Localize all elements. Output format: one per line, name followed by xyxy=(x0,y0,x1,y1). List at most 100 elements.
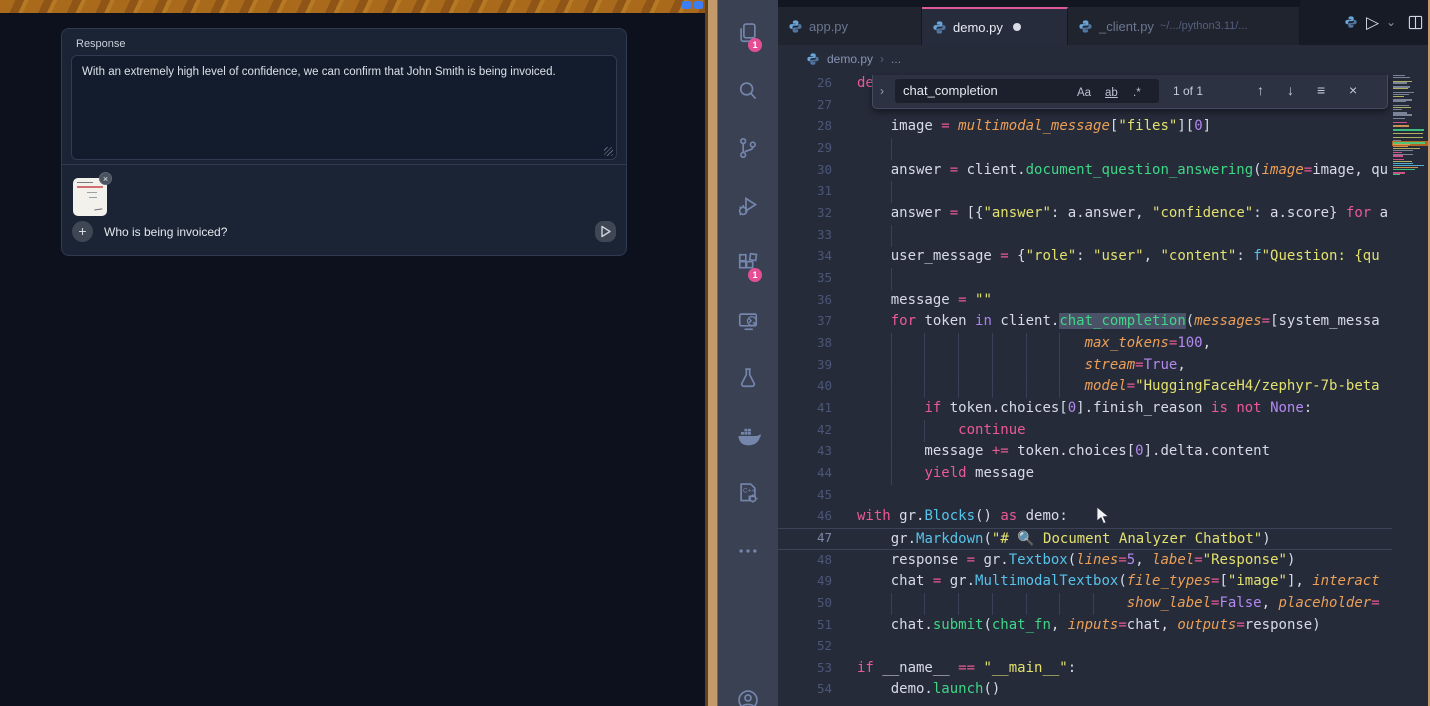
code-line-30[interactable]: answer = client.document_question_answer… xyxy=(778,160,1392,182)
code-line-35[interactable] xyxy=(778,268,1392,290)
code-line-44[interactable]: yield message xyxy=(778,463,1392,485)
toggle-replace-chevron[interactable]: › xyxy=(873,79,891,103)
indent-guide xyxy=(891,268,892,290)
code-line-47[interactable]: gr.Markdown("# 🔍 Document Analyzer Chatb… xyxy=(778,528,1392,550)
activity-item-accounts[interactable] xyxy=(718,676,778,706)
code-line-50[interactable]: show_label=False, placeholder= xyxy=(778,593,1392,615)
remove-image-button[interactable]: × xyxy=(99,172,112,185)
code-text: show_label=False, placeholder= xyxy=(857,593,1380,615)
code-line-49[interactable]: chat = gr.MultimodalTextbox(file_types=[… xyxy=(778,571,1392,593)
find-match-highlight: chat_completion xyxy=(1059,313,1185,329)
whole-word-button[interactable]: ab xyxy=(1105,87,1118,99)
activity-item-docker[interactable] xyxy=(718,412,778,460)
extensions-badge: 1 xyxy=(748,268,762,282)
python-file-icon xyxy=(806,52,820,66)
code-line-42[interactable]: continue xyxy=(778,420,1392,442)
code-text: gr.Markdown("# 🔍 Document Analyzer Chatb… xyxy=(857,529,1271,550)
activity-item-cpp-tools[interactable]: C++ xyxy=(718,469,778,517)
code-line-48[interactable]: response = gr.Textbox(lines=5, label="Re… xyxy=(778,550,1392,572)
line-number-30: 30 xyxy=(778,162,832,177)
tab--client-py[interactable]: _client.py~/.../python3.11/... xyxy=(1068,7,1300,45)
activity-item-testing[interactable] xyxy=(718,354,778,402)
line-number-33: 33 xyxy=(778,227,832,242)
code-text: if __name__ == "__main__": xyxy=(857,658,1076,680)
line-number-47: 47 xyxy=(778,530,832,545)
minimap[interactable] xyxy=(1392,75,1428,181)
code-line-54[interactable]: demo.launch() xyxy=(778,679,1392,701)
minimap-line xyxy=(1393,118,1405,119)
regex-button[interactable]: .* xyxy=(1133,87,1141,99)
find-in-selection-button[interactable]: ≡ xyxy=(1317,82,1325,98)
response-textarea[interactable]: With an extremely high level of confiden… xyxy=(71,55,617,160)
code-text: chat.submit(chat_fn, inputs=chat, output… xyxy=(857,615,1321,637)
breadcrumb-more[interactable]: ... xyxy=(891,52,901,66)
code-text: yield message xyxy=(857,463,1034,485)
find-next-button[interactable]: ↓ xyxy=(1287,82,1294,98)
breadcrumb-file[interactable]: demo.py xyxy=(827,52,873,66)
run-button[interactable]: ▷ xyxy=(1366,13,1379,33)
code-line-31[interactable] xyxy=(778,181,1392,203)
tab-demo-py[interactable]: demo.py xyxy=(922,7,1068,45)
code-line-51[interactable]: chat.submit(chat_fn, inputs=chat, output… xyxy=(778,615,1392,637)
activity-item-more[interactable] xyxy=(718,527,778,575)
code-line-38[interactable]: max_tokens=100, xyxy=(778,333,1392,355)
minimap-line xyxy=(1393,109,1402,110)
code-line-28[interactable]: image = multimodal_message["files"][0] xyxy=(778,116,1392,138)
tab-app-py[interactable]: app.py xyxy=(778,7,922,45)
find-close-button[interactable]: × xyxy=(1349,82,1357,98)
attach-file-button[interactable]: + xyxy=(72,221,93,242)
code-text: max_tokens=100, xyxy=(857,333,1211,355)
code-editor[interactable]: › chat_completion Aa ab .* 1 of 1 ↑ ↓ ≡ … xyxy=(778,72,1428,706)
code-line-43[interactable]: message += token.choices[0].delta.conten… xyxy=(778,441,1392,463)
activity-item-search[interactable] xyxy=(718,67,778,115)
tab-label: _client.py xyxy=(1099,19,1154,34)
code-line-39[interactable]: stream=True, xyxy=(778,355,1392,377)
line-number-31: 31 xyxy=(778,183,832,198)
svg-text:C++: C++ xyxy=(743,487,755,494)
code-text: user_message = {"role": "user", "content… xyxy=(857,246,1380,268)
activity-item-extensions[interactable]: 1 xyxy=(718,239,778,287)
wallpaper-strip xyxy=(0,0,705,13)
find-input[interactable]: chat_completion Aa ab .* xyxy=(895,79,1159,103)
resize-handle[interactable] xyxy=(604,147,613,156)
code-line-32[interactable]: answer = [{"answer": a.answer, "confiden… xyxy=(778,203,1392,225)
code-text: if token.choices[0].finish_reason is not… xyxy=(857,398,1312,420)
indent-guide xyxy=(891,225,892,247)
activity-item-explorer[interactable]: 1 xyxy=(718,9,778,57)
code-line-29[interactable] xyxy=(778,138,1392,160)
line-number-28: 28 xyxy=(778,118,832,133)
activity-item-source-control[interactable] xyxy=(718,124,778,172)
send-button[interactable] xyxy=(595,221,616,242)
code-line-34[interactable]: user_message = {"role": "user", "content… xyxy=(778,246,1392,268)
code-line-36[interactable]: message = "" xyxy=(778,290,1392,312)
code-text: stream=True, xyxy=(857,355,1186,377)
find-previous-button[interactable]: ↑ xyxy=(1257,82,1264,98)
line-number-41: 41 xyxy=(778,400,832,415)
code-line-52[interactable] xyxy=(778,636,1392,658)
line-number-52: 52 xyxy=(778,638,832,653)
code-line-55[interactable] xyxy=(778,701,1392,706)
code-line-46[interactable]: with gr.Blocks() as demo: xyxy=(778,506,1392,528)
line-number-54: 54 xyxy=(778,681,832,696)
code-line-37[interactable]: for token in client.chat_completion(mess… xyxy=(778,311,1392,333)
run-dropdown-chevron[interactable]: ⌄ xyxy=(1386,15,1396,29)
wallpaper-blue-icon xyxy=(694,1,703,9)
minimap-line xyxy=(1393,114,1412,115)
minimap-line xyxy=(1393,125,1409,126)
chat-input-text[interactable]: Who is being invoiced? xyxy=(104,225,227,239)
code-line-53[interactable]: if __name__ == "__main__": xyxy=(778,658,1392,680)
split-editor-button[interactable] xyxy=(1408,15,1423,30)
code-line-40[interactable]: model="HuggingFaceH4/zephyr-7b-beta xyxy=(778,376,1392,398)
activity-item-run-debug[interactable] xyxy=(718,182,778,230)
code-line-41[interactable]: if token.choices[0].finish_reason is not… xyxy=(778,398,1392,420)
breadcrumb[interactable]: demo.py › ... xyxy=(778,45,1428,72)
minimap-line xyxy=(1393,88,1408,89)
line-number-49: 49 xyxy=(778,573,832,588)
activity-item-remote-explorer[interactable] xyxy=(718,297,778,345)
code-line-45[interactable] xyxy=(778,485,1392,507)
code-line-33[interactable] xyxy=(778,225,1392,247)
python-file-icon xyxy=(788,19,803,34)
match-case-button[interactable]: Aa xyxy=(1077,87,1091,99)
line-number-26: 26 xyxy=(778,75,832,90)
gradio-app-window: Response With an extremely high level of… xyxy=(0,13,705,706)
